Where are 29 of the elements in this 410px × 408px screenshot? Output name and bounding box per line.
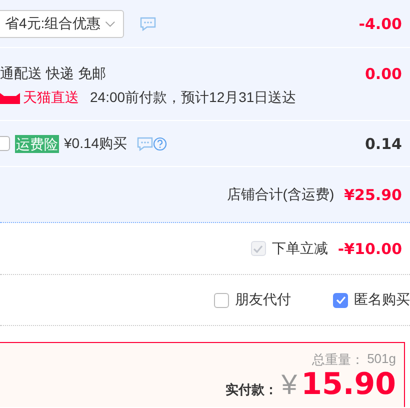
checkbox[interactable] [333,292,348,308]
checkbox-label: 下单立减 [272,240,328,258]
store-total-amount: ¥25.90 [344,186,402,204]
delivery-estimate: 24:00前付款，预计12月31日送达 [90,89,296,107]
pay-label: 实付款： [226,381,278,399]
check-icon [336,296,346,304]
chat-icon[interactable] [137,136,154,150]
weight-label: 总重量： [312,351,364,369]
checkbox-label: 朋友代付 [235,291,291,309]
chat-icon[interactable] [140,16,156,30]
shipping-amount: 0.00 [364,65,402,83]
carrier-label: 天猫直送 [23,89,79,107]
insurance-price: ¥0.14购买 [64,134,128,152]
shipping-method: 通配送 快递 免邮 [0,65,107,83]
cat-icon [0,92,20,104]
total-price: 15.90 [301,367,396,402]
instant-discount-amount: -¥10.00 [338,240,402,258]
coupon-dropdown[interactable]: 省4元:组合优惠 [0,10,124,38]
currency-sign: ¥ [282,369,298,401]
store-total-label: 店铺合计(含运费) [226,186,334,204]
help-icon[interactable] [153,136,168,150]
insurance-amount: 0.14 [364,134,402,152]
weight-value: 501g [367,351,396,368]
checkbox-label: 匿名购买 [354,291,410,309]
chevron-icon [104,20,115,28]
insurance-badge: 运费险 [15,134,59,152]
check-icon [253,244,264,252]
discount-amount: -4.00 [358,14,402,32]
checkbox[interactable] [214,292,229,308]
